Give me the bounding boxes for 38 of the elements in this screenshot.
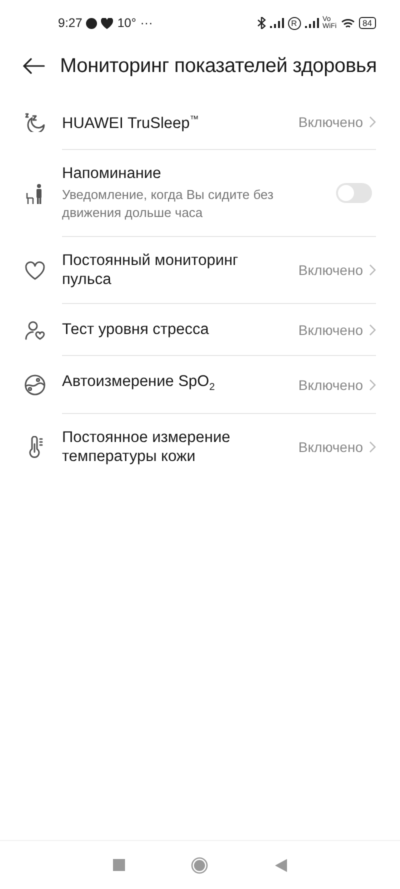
chevron-icon bbox=[369, 116, 376, 128]
setting-description: Уведомление, когда Вы сидите без движения дольше часа bbox=[62, 186, 274, 222]
thermometer-icon bbox=[26, 436, 44, 458]
roaming-indicator: R bbox=[288, 16, 301, 30]
wifi-icon bbox=[340, 18, 355, 28]
setting-title: Постоянный мониторинг пульса bbox=[62, 251, 240, 290]
moon-icon bbox=[24, 112, 46, 132]
chevron-icon bbox=[369, 441, 376, 454]
back-nav-button[interactable] bbox=[274, 858, 287, 872]
blood-cell-icon bbox=[24, 374, 46, 396]
setting-value[interactable]: Включено bbox=[298, 376, 363, 393]
toggle-switch[interactable] bbox=[336, 183, 372, 204]
chevron-icon bbox=[369, 378, 376, 391]
setting-value[interactable]: Включено bbox=[298, 262, 363, 278]
setting-value[interactable]: Включено bbox=[298, 322, 363, 338]
battery-indicator: 84 bbox=[358, 17, 376, 29]
page-title: Мониторинг показателей здоровья bbox=[60, 54, 377, 78]
signal-icon bbox=[304, 18, 319, 28]
person-icon bbox=[26, 182, 44, 205]
person-heart-icon bbox=[24, 320, 46, 340]
status-more: ··· bbox=[140, 16, 153, 30]
chevron-icon bbox=[369, 264, 376, 276]
setting-title: Тест уровня стресса bbox=[62, 320, 210, 340]
setting-title: Постоянное измерение температуры кожи bbox=[62, 428, 232, 466]
setting-title: Напоминание bbox=[62, 164, 162, 184]
status-time: 9:27 bbox=[58, 16, 82, 30]
setting-value[interactable]: Включено bbox=[298, 439, 363, 456]
bluetooth-icon bbox=[256, 17, 266, 29]
setting-title: HUAWEI TruSleep$^{™}$ bbox=[62, 113, 200, 134]
chevron-icon bbox=[369, 324, 376, 336]
heart-icon bbox=[101, 18, 114, 28]
setting-value[interactable]: Включено bbox=[298, 114, 363, 130]
home-button[interactable] bbox=[191, 856, 208, 874]
heart-icon bbox=[24, 260, 46, 281]
status-temperature: 10° bbox=[117, 16, 136, 30]
setting-title: Автоизмерение SpO$_{2}$ bbox=[62, 372, 216, 396]
recent-apps-button[interactable] bbox=[113, 859, 126, 871]
signal-icon bbox=[270, 18, 284, 28]
